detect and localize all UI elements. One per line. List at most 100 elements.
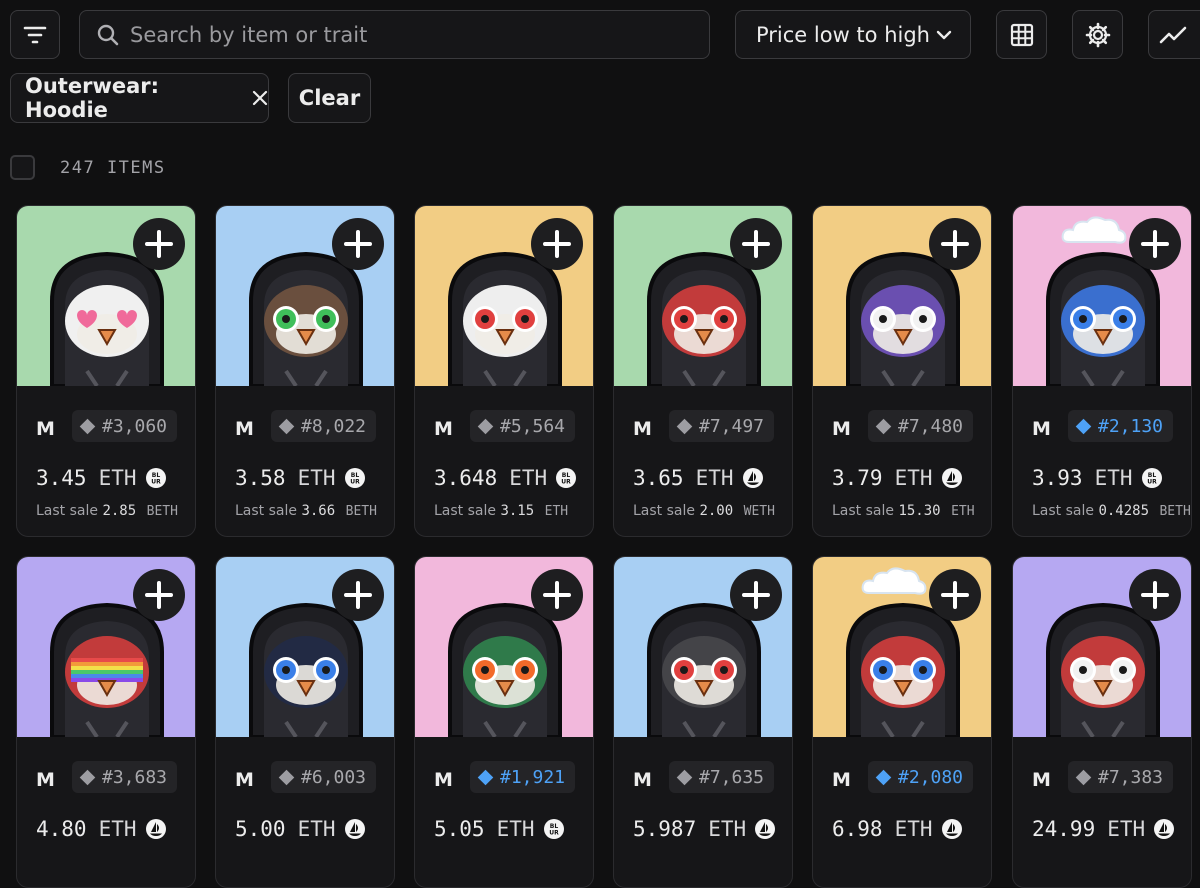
- add-to-cart-button[interactable]: [730, 569, 782, 621]
- activity-chart-button[interactable]: [1148, 10, 1200, 59]
- collection-mark: M: [36, 769, 55, 791]
- opensea-icon: [742, 467, 764, 489]
- add-to-cart-button[interactable]: [133, 569, 185, 621]
- last-sale-label: Last sale: [832, 503, 894, 519]
- collection-mark: M: [832, 769, 851, 791]
- item-details: M #1,921 5.05 ETH BL UR: [415, 737, 593, 887]
- price-currency: ETH: [297, 466, 336, 490]
- blur-marketplace-icon: BL UR: [344, 467, 366, 489]
- plus-icon: [1140, 229, 1170, 259]
- item-card[interactable]: M #8,022 3.58 ETH BL UR Last sale 3.66 BE…: [215, 205, 395, 537]
- grid-icon: [1010, 23, 1034, 47]
- price-currency: ETH: [894, 466, 933, 490]
- token-id: #7,480: [898, 415, 964, 437]
- price-value: 3.65: [633, 466, 684, 490]
- settings-button[interactable]: [1072, 10, 1123, 59]
- price-currency: ETH: [297, 817, 336, 841]
- add-to-cart-button[interactable]: [332, 218, 384, 270]
- token-id: #3,060: [102, 415, 168, 437]
- listing-price: 24.99 ETH: [1032, 817, 1175, 841]
- token-id-badge: #7,497: [669, 410, 775, 442]
- price-value: 3.93: [1032, 466, 1083, 490]
- sort-dropdown[interactable]: Price low to high: [735, 10, 971, 59]
- price-currency: ETH: [1094, 466, 1133, 490]
- token-id-badge: #8,022: [271, 410, 377, 442]
- grid-view-button[interactable]: [996, 10, 1047, 59]
- token-id: #5,564: [500, 415, 566, 437]
- search-input[interactable]: [130, 22, 690, 47]
- clear-filters-button[interactable]: Clear: [288, 73, 371, 123]
- filter-chip-label: Outerwear: Hoodie: [25, 74, 160, 122]
- item-card[interactable]: M #7,383 24.99 ETH: [1012, 556, 1192, 888]
- svg-text:UR: UR: [561, 479, 571, 486]
- add-to-cart-button[interactable]: [929, 218, 981, 270]
- price-currency: ETH: [98, 466, 137, 490]
- listing-price: 3.45 ETH BL UR: [36, 466, 167, 490]
- listing-price: 3.65 ETH: [633, 466, 764, 490]
- plus-icon: [741, 229, 771, 259]
- item-count: 247 ITEMS: [60, 158, 166, 178]
- item-card[interactable]: M #3,683 4.80 ETH: [16, 556, 196, 888]
- item-card[interactable]: M #2,130 3.93 ETH BL UR Last sale 0.4285 …: [1012, 205, 1192, 537]
- collection-mark: M: [1032, 418, 1051, 440]
- price-value: 4.80: [36, 817, 87, 841]
- token-id: #8,022: [301, 415, 367, 437]
- item-card[interactable]: M #6,003 5.00 ETH: [215, 556, 395, 888]
- listing-price: 6.98 ETH: [832, 817, 963, 841]
- opensea-icon: [1153, 818, 1175, 840]
- search-icon: [96, 23, 120, 47]
- add-to-cart-button[interactable]: [332, 569, 384, 621]
- item-card[interactable]: M #2,080 6.98 ETH: [812, 556, 992, 888]
- plus-icon: [542, 580, 572, 610]
- cloud-icon: [1061, 216, 1127, 244]
- item-card[interactable]: M #1,921 5.05 ETH BL UR: [414, 556, 594, 888]
- diamond-icon: [477, 769, 494, 785]
- add-to-cart-button[interactable]: [531, 569, 583, 621]
- item-card[interactable]: M #7,635 5.987 ETH: [613, 556, 793, 888]
- collection-mark: M: [434, 418, 453, 440]
- last-sale-label: Last sale: [36, 503, 98, 519]
- price-value: 3.648: [434, 466, 498, 490]
- last-sale-value: 3.66: [301, 503, 336, 519]
- diamond-icon: [477, 418, 494, 434]
- token-id-badge: #6,003: [271, 761, 377, 793]
- item-card[interactable]: M #7,497 3.65 ETH Last sale 2.00 WETH: [613, 205, 793, 537]
- add-to-cart-button[interactable]: [531, 218, 583, 270]
- last-sale-label: Last sale: [633, 503, 695, 519]
- item-card[interactable]: M #3,060 3.45 ETH BL UR Last sale 2.85 BE…: [16, 205, 196, 537]
- svg-text:UR: UR: [1147, 479, 1157, 486]
- price-value: 3.79: [832, 466, 883, 490]
- add-to-cart-button[interactable]: [730, 218, 782, 270]
- diamond-icon: [278, 769, 295, 785]
- select-all-checkbox[interactable]: [10, 155, 35, 180]
- filter-button[interactable]: [10, 10, 60, 59]
- add-to-cart-button[interactable]: [929, 569, 981, 621]
- add-to-cart-button[interactable]: [1129, 569, 1181, 621]
- last-sale: [36, 854, 42, 870]
- item-card[interactable]: M #5,564 3.648 ETH BL UR Last sale 3.15 E…: [414, 205, 594, 537]
- last-sale-value: 0.4285: [1098, 503, 1150, 519]
- add-to-cart-button[interactable]: [1129, 218, 1181, 270]
- listing-price: 3.79 ETH: [832, 466, 963, 490]
- plus-icon: [343, 580, 373, 610]
- svg-text:UR: UR: [350, 479, 360, 486]
- listing-price: 3.648 ETH BL UR: [434, 466, 577, 490]
- blur-marketplace-icon: BL UR: [1141, 467, 1163, 489]
- search-bar[interactable]: [79, 10, 710, 59]
- last-sale: [832, 854, 838, 870]
- item-card[interactable]: M #7,480 3.79 ETH Last sale 15.30 ETH: [812, 205, 992, 537]
- plus-icon: [741, 580, 771, 610]
- last-sale: Last sale 2.00 WETH: [633, 503, 775, 519]
- item-details: M #7,383 24.99 ETH: [1013, 737, 1191, 887]
- last-sale-currency: ETH: [544, 504, 569, 519]
- token-id-badge: #1,921: [470, 761, 576, 793]
- last-sale: Last sale 2.85 BETH: [36, 503, 178, 519]
- last-sale-value: 2.00: [699, 503, 734, 519]
- add-to-cart-button[interactable]: [133, 218, 185, 270]
- plus-icon: [144, 229, 174, 259]
- opensea-icon: [941, 467, 963, 489]
- plus-icon: [940, 580, 970, 610]
- token-id-badge: #3,683: [72, 761, 178, 793]
- close-icon[interactable]: [252, 90, 268, 106]
- active-filter-chip[interactable]: Outerwear: Hoodie: [10, 73, 269, 123]
